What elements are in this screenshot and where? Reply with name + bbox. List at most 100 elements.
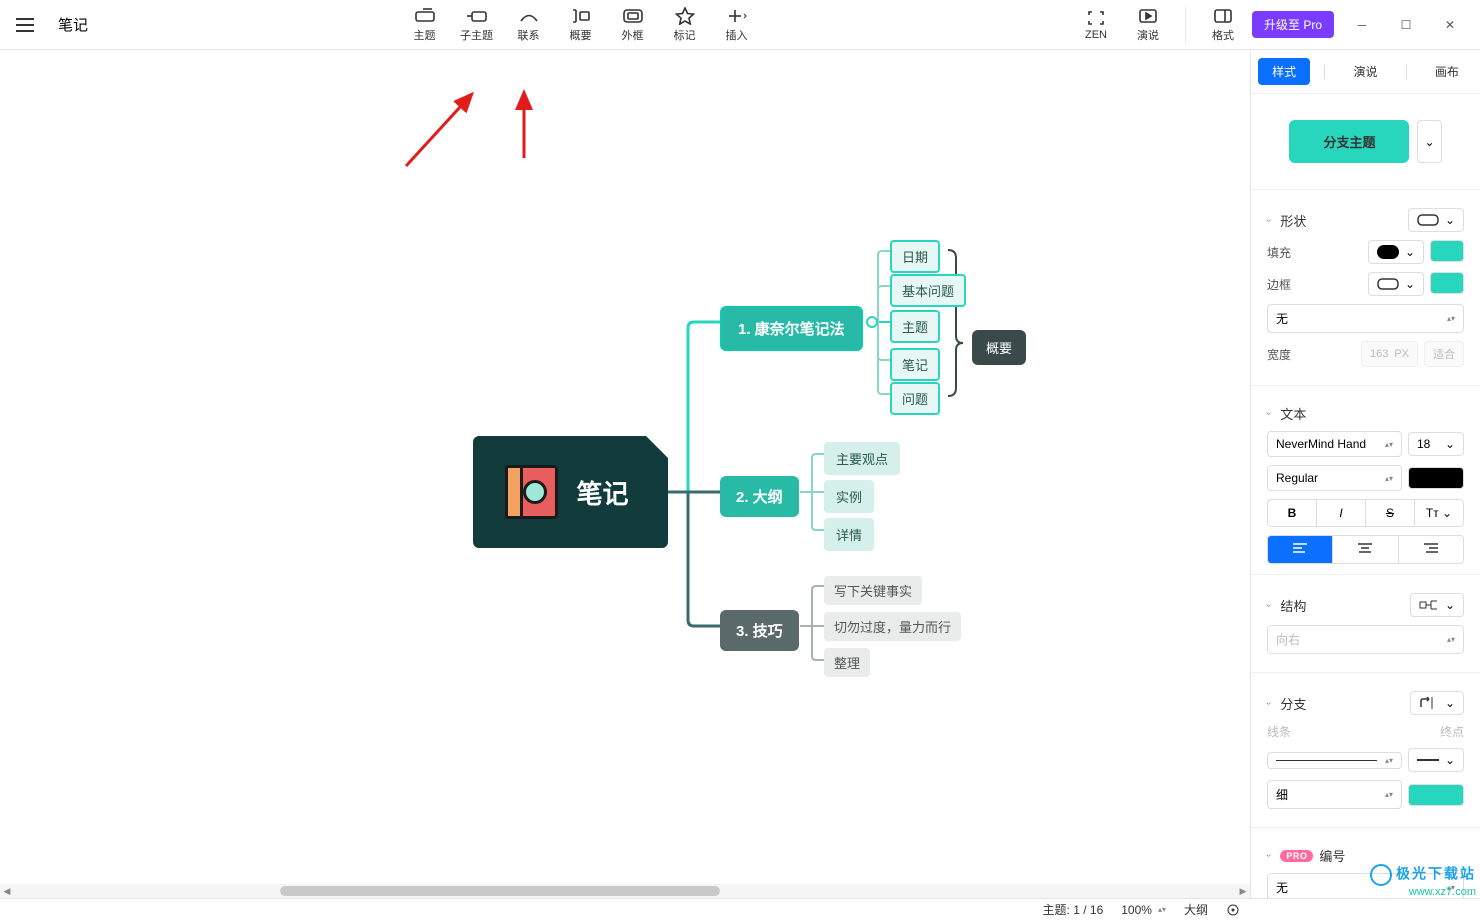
- numbering-select[interactable]: 无▴▾: [1267, 873, 1464, 898]
- tab-present[interactable]: 演说: [1339, 58, 1391, 85]
- insert-label: 插入: [726, 27, 748, 43]
- subtopic[interactable]: 基本问题: [890, 274, 966, 307]
- canvas[interactable]: 笔记 1. 康奈尔笔记法 日期 基本问题 主题 笔记 问题 概要 2. 大纲 主…: [0, 50, 1250, 898]
- insert-button[interactable]: 插入: [714, 3, 760, 47]
- subtopic[interactable]: 整理: [824, 648, 870, 677]
- branch-color-swatch[interactable]: [1408, 784, 1464, 806]
- branch-topic-2-text: 2. 大纲: [736, 486, 783, 507]
- subtopic[interactable]: 写下关键事实: [824, 576, 922, 605]
- annotation-arrow-icon: [506, 84, 546, 164]
- width-value: 163PX: [1361, 341, 1418, 367]
- branch-topic-2[interactable]: 2. 大纲: [720, 476, 799, 517]
- branch-topic-1[interactable]: 1. 康奈尔笔记法: [720, 306, 863, 351]
- fill-color-swatch[interactable]: [1430, 240, 1464, 262]
- shape-select[interactable]: ⌄: [1408, 208, 1464, 232]
- structure-label: 结构: [1280, 596, 1306, 615]
- align-left-button[interactable]: [1268, 536, 1333, 563]
- subtopic-button[interactable]: 子主题: [454, 3, 500, 47]
- boundary-icon: [622, 7, 644, 25]
- node-type-dropdown[interactable]: ⌄: [1417, 120, 1441, 163]
- window-controls: ─ ☐ ✕: [1340, 9, 1472, 41]
- branch-end-select[interactable]: ⌄: [1408, 748, 1464, 772]
- subtopic[interactable]: 问题: [890, 382, 940, 415]
- subtopic[interactable]: 实例: [824, 480, 874, 513]
- horizontal-scrollbar[interactable]: ◀ ▶: [0, 884, 1250, 898]
- branch-label: 分支: [1280, 694, 1306, 713]
- subtopic[interactable]: 日期: [890, 240, 940, 273]
- branch-section: › 分支 ⌄ 线条 终点 ▴▾ ⌄ 细▴▾: [1251, 673, 1480, 828]
- subtopic[interactable]: 笔记: [890, 348, 940, 381]
- zen-button[interactable]: ZEN: [1073, 5, 1119, 45]
- branch-style-select[interactable]: ⌄: [1410, 691, 1464, 715]
- format-button[interactable]: 格式: [1200, 3, 1246, 47]
- border-color-swatch[interactable]: [1430, 272, 1464, 294]
- topic-button[interactable]: 主题: [402, 3, 448, 47]
- stepper-icon: ▴▾: [1385, 476, 1393, 481]
- font-family-select[interactable]: NeverMind Hand▴▾: [1267, 431, 1402, 457]
- chevron-down-icon: ›: [1263, 701, 1274, 704]
- node-type-button[interactable]: 分支主题: [1289, 120, 1409, 163]
- relation-button[interactable]: 联系: [506, 3, 552, 47]
- bold-button[interactable]: B: [1268, 500, 1317, 526]
- tree-right-icon: [1419, 599, 1439, 611]
- tab-canvas[interactable]: 画布: [1421, 58, 1473, 85]
- upgrade-pro-button[interactable]: 升级至 Pro: [1252, 11, 1334, 38]
- branch-line-label: 线条: [1267, 723, 1291, 740]
- scroll-left-button[interactable]: ◀: [0, 884, 14, 898]
- scrollbar-thumb[interactable]: [280, 886, 720, 896]
- marker-button[interactable]: 标记: [662, 3, 708, 47]
- text-color-swatch[interactable]: [1408, 467, 1464, 489]
- align-right-button[interactable]: [1399, 536, 1463, 563]
- branch-end-label: 终点: [1440, 723, 1464, 740]
- text-style-group: B I S Tᴛ ⌄: [1267, 499, 1464, 527]
- toolbar: 主题 子主题 联系 概要 外框 标记 插入: [88, 3, 1073, 47]
- menu-button[interactable]: [0, 24, 50, 26]
- topic-count: 主题: 1 / 16: [1043, 901, 1104, 918]
- font-size-select[interactable]: 18⌄: [1408, 432, 1464, 456]
- summary-button[interactable]: 概要: [558, 3, 604, 47]
- boundary-button[interactable]: 外框: [610, 3, 656, 47]
- central-topic[interactable]: 笔记: [473, 436, 668, 548]
- separator: [1185, 7, 1186, 43]
- subtopic[interactable]: 主题: [890, 310, 940, 343]
- numbering-label: 编号: [1319, 846, 1345, 865]
- border-line-select[interactable]: 无 ▴▾: [1267, 304, 1464, 333]
- tab-style[interactable]: 样式: [1258, 58, 1310, 85]
- rounded-rect-icon: [1417, 214, 1439, 226]
- fill-label: 填充: [1267, 244, 1291, 261]
- fill-color-select[interactable]: ⌄: [1368, 240, 1424, 264]
- stepper-icon[interactable]: ▴▾: [1158, 907, 1166, 912]
- stepper-icon: ▴▾: [1447, 637, 1455, 642]
- border-style-select[interactable]: ⌄: [1368, 272, 1424, 296]
- strike-button[interactable]: S: [1366, 500, 1415, 526]
- maximize-button[interactable]: ☐: [1384, 9, 1428, 41]
- panel-icon: [1212, 7, 1234, 25]
- text-case-button[interactable]: Tᴛ ⌄: [1415, 500, 1463, 526]
- chevron-down-icon: ⌄: [1405, 245, 1415, 259]
- zen-label: ZEN: [1085, 29, 1107, 41]
- zoom-control[interactable]: 100%▴▾: [1121, 903, 1166, 917]
- font-weight-select[interactable]: Regular▴▾: [1267, 465, 1402, 491]
- fit-button[interactable]: [1226, 903, 1240, 917]
- subtopic[interactable]: 主要观点: [824, 442, 900, 475]
- branch-line-select[interactable]: ▴▾: [1267, 752, 1402, 769]
- stepper-icon: ▴▾: [1447, 885, 1455, 890]
- view-mode-toggle[interactable]: 大纲: [1184, 901, 1208, 918]
- branch-thickness-select[interactable]: 细▴▾: [1267, 780, 1402, 809]
- selection-handle-icon[interactable]: [866, 316, 878, 328]
- chevron-down-icon: ›: [1263, 412, 1274, 415]
- subtopic[interactable]: 切勿过度，量力而行: [824, 612, 961, 641]
- notebook-icon: [512, 465, 558, 519]
- subtopic[interactable]: 详情: [824, 518, 874, 551]
- italic-button[interactable]: I: [1317, 500, 1366, 526]
- align-center-button[interactable]: [1333, 536, 1398, 563]
- present-button[interactable]: 演说: [1125, 3, 1171, 47]
- structure-select[interactable]: ⌄: [1410, 593, 1464, 617]
- branch-topic-3[interactable]: 3. 技巧: [720, 610, 799, 651]
- chevron-down-icon: ⌄: [1445, 213, 1455, 227]
- scroll-right-button[interactable]: ▶: [1236, 884, 1250, 898]
- minimize-button[interactable]: ─: [1340, 9, 1384, 41]
- summary-icon: [570, 7, 592, 25]
- close-button[interactable]: ✕: [1428, 9, 1472, 41]
- summary-topic[interactable]: 概要: [972, 330, 1026, 365]
